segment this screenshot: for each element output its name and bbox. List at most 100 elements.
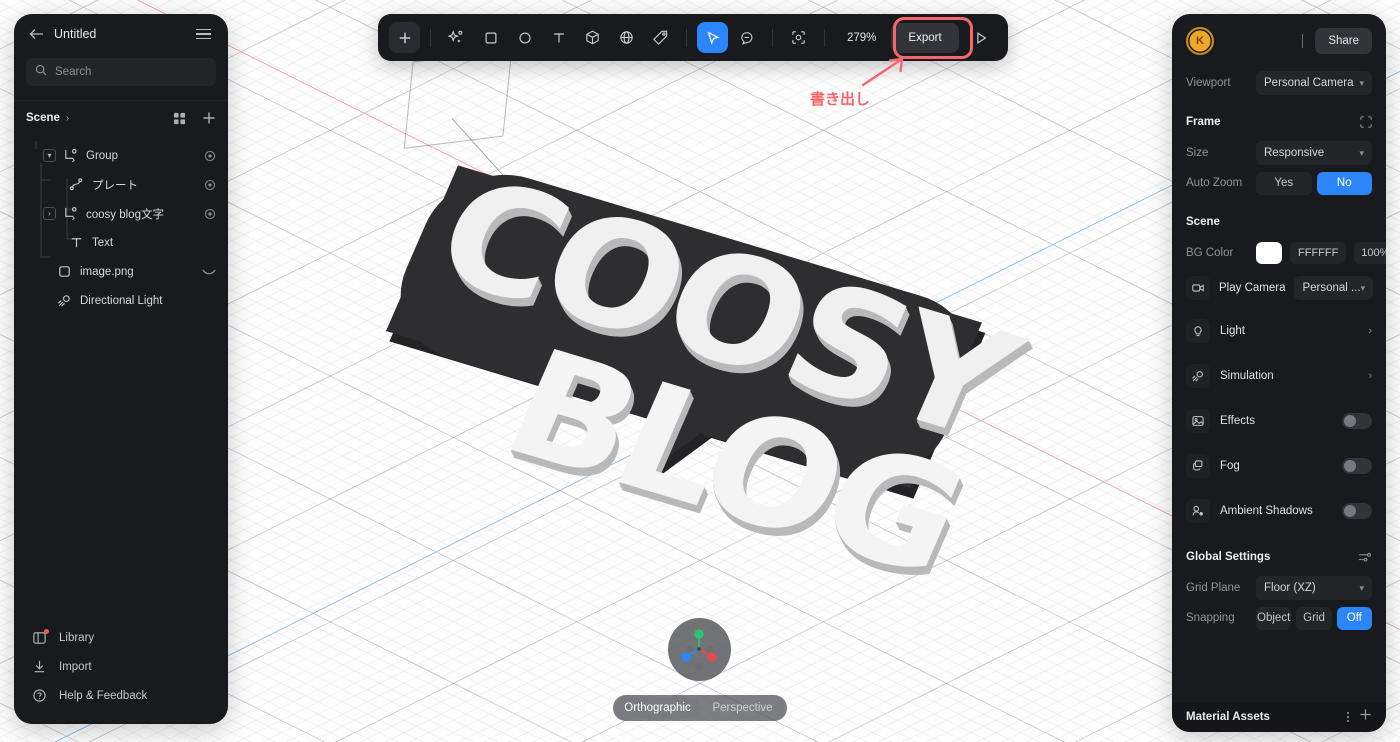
search-box[interactable] bbox=[26, 58, 216, 86]
effects-toggle[interactable] bbox=[1342, 412, 1372, 429]
disclosure-chevron-down-icon[interactable]: ▾ bbox=[43, 149, 56, 162]
material-assets-footer: Material Assets bbox=[1172, 702, 1386, 732]
play-camera-select[interactable]: Personal ... ▾ bbox=[1294, 276, 1374, 300]
chevron-down-icon: ▾ bbox=[1359, 582, 1364, 593]
grid-plane-select[interactable]: Floor (XZ) ▾ bbox=[1256, 576, 1372, 600]
size-value: Responsive bbox=[1264, 147, 1325, 159]
grid-plane-row: Grid Plane Floor (XZ) ▾ bbox=[1172, 573, 1386, 603]
eye-target-icon[interactable] bbox=[204, 208, 216, 220]
auto-zoom-label: Auto Zoom bbox=[1186, 177, 1243, 189]
sidebar-item-help[interactable]: Help & Feedback bbox=[14, 681, 228, 710]
grid-view-icon[interactable] bbox=[173, 112, 186, 125]
tag-icon[interactable] bbox=[645, 22, 676, 53]
panel-item-light[interactable]: Light › bbox=[1172, 308, 1386, 353]
disclosure-chevron-right-icon[interactable]: › bbox=[43, 207, 56, 220]
auto-zoom-no[interactable]: No bbox=[1316, 171, 1372, 195]
panel-item-ambient-shadows[interactable]: Ambient Shadows bbox=[1172, 488, 1386, 533]
frame-focus-icon[interactable] bbox=[783, 22, 814, 53]
tree-row[interactable]: Directional Light bbox=[14, 286, 228, 315]
sidebar-search-wrap bbox=[14, 54, 228, 86]
play-camera-row: Play Camera Personal ... ▾ bbox=[1172, 268, 1386, 308]
orientation-gizmo[interactable] bbox=[668, 618, 731, 681]
vertical-dots-icon[interactable] bbox=[1347, 712, 1349, 722]
panel-item-fog[interactable]: Fog bbox=[1172, 443, 1386, 488]
fog-toggle[interactable] bbox=[1342, 457, 1372, 474]
circle-icon[interactable] bbox=[509, 22, 540, 53]
gizmo-z-handle bbox=[681, 652, 691, 662]
eye-target-icon[interactable] bbox=[204, 179, 216, 191]
size-select[interactable]: Responsive ▾ bbox=[1256, 141, 1372, 165]
play-triangle-icon[interactable] bbox=[966, 22, 997, 53]
sphere-icon[interactable] bbox=[611, 22, 642, 53]
tree-row[interactable]: image.png bbox=[14, 257, 228, 286]
image-effects-icon bbox=[1186, 408, 1210, 433]
add-material-icon[interactable] bbox=[1359, 708, 1372, 726]
panel-item-simulation[interactable]: Simulation › bbox=[1172, 353, 1386, 398]
ambient-shadows-icon bbox=[1186, 498, 1210, 523]
back-arrow-icon[interactable] bbox=[28, 26, 44, 42]
sidebar-item-import[interactable]: Import bbox=[14, 652, 228, 681]
tree-row[interactable]: Text bbox=[14, 228, 228, 257]
projection-mode-toggle: Orthographic Perspective bbox=[613, 695, 787, 721]
snapping-off[interactable]: Off bbox=[1336, 606, 1372, 630]
sidebar-item-label: Import bbox=[59, 660, 92, 673]
comet-simulation-icon bbox=[1186, 363, 1210, 388]
auto-zoom-row: Auto Zoom Yes No bbox=[1172, 168, 1386, 198]
scene-section-header: Scene › bbox=[14, 101, 228, 135]
snapping-grid[interactable]: Grid bbox=[1296, 606, 1332, 630]
ambient-shadows-toggle[interactable] bbox=[1342, 502, 1372, 519]
curve-icon[interactable] bbox=[202, 267, 216, 277]
projection-orthographic[interactable]: Orthographic bbox=[615, 697, 700, 719]
lightbulb-icon bbox=[1186, 318, 1210, 343]
header-divider bbox=[1301, 34, 1304, 48]
comment-bubble-icon[interactable] bbox=[731, 22, 762, 53]
projection-perspective[interactable]: Perspective bbox=[700, 697, 785, 719]
project-title[interactable]: Untitled bbox=[54, 27, 183, 41]
gizmo-center bbox=[697, 647, 701, 651]
material-assets-title: Material Assets bbox=[1186, 711, 1270, 723]
gizmo-neg-z-dot bbox=[706, 645, 714, 653]
expand-frame-icon[interactable] bbox=[1360, 116, 1372, 128]
toolbar-divider bbox=[686, 28, 687, 47]
share-button[interactable]: Share bbox=[1315, 28, 1372, 54]
bg-color-hex[interactable]: FFFFFF bbox=[1290, 242, 1347, 264]
tree-item-label: Text bbox=[92, 236, 114, 249]
panel-item-label: Light bbox=[1220, 324, 1245, 337]
eye-target-icon[interactable] bbox=[204, 150, 216, 162]
global-settings-header: Global Settings bbox=[1172, 541, 1386, 573]
panel-item-label: Effects bbox=[1220, 414, 1255, 427]
sliders-icon[interactable] bbox=[1358, 551, 1372, 563]
bg-opacity[interactable]: 100% bbox=[1354, 242, 1386, 264]
properties-panel: K Share Viewport Personal Camera ▾ Frame… bbox=[1172, 14, 1386, 732]
tree-item-label: Directional Light bbox=[80, 294, 163, 307]
chevron-right-icon[interactable]: › bbox=[66, 113, 69, 124]
export-button[interactable]: Export bbox=[891, 22, 959, 53]
tree-row[interactable]: プレート bbox=[14, 170, 228, 199]
layers-fog-icon bbox=[1186, 453, 1210, 478]
square-icon[interactable] bbox=[475, 22, 506, 53]
text-icon[interactable] bbox=[543, 22, 574, 53]
tree-row[interactable]: › coosy blog文字 bbox=[14, 199, 228, 228]
viewport-select[interactable]: Personal Camera ▾ bbox=[1256, 71, 1372, 95]
bg-color-swatch[interactable] bbox=[1256, 242, 1282, 264]
auto-zoom-yes[interactable]: Yes bbox=[1256, 171, 1312, 195]
panel-item-effects[interactable]: Effects bbox=[1172, 398, 1386, 443]
cube-icon[interactable] bbox=[577, 22, 608, 53]
group-axis-icon bbox=[63, 148, 79, 163]
frame-title: Frame bbox=[1186, 116, 1221, 128]
snapping-object[interactable]: Object bbox=[1256, 606, 1292, 630]
search-input[interactable] bbox=[55, 66, 207, 78]
cursor-select-icon[interactable] bbox=[697, 22, 728, 53]
viewport-label: Viewport bbox=[1186, 77, 1231, 89]
snapping-label: Snapping bbox=[1186, 612, 1235, 624]
play-camera-value: Personal ... bbox=[1302, 282, 1361, 294]
sidebar-item-library[interactable]: Library bbox=[14, 623, 228, 652]
tree-row[interactable]: ▾ Group bbox=[14, 141, 228, 170]
zoom-level[interactable]: 279% bbox=[835, 32, 888, 44]
hamburger-menu-icon[interactable] bbox=[193, 26, 214, 43]
add-object-icon[interactable] bbox=[202, 111, 216, 125]
coosy-blog-3d-artwork[interactable]: COOSY BLOG bbox=[385, 120, 1046, 640]
avatar[interactable]: K bbox=[1186, 27, 1214, 55]
magic-sparkle-icon[interactable] bbox=[441, 22, 472, 53]
add-button[interactable] bbox=[389, 22, 420, 53]
